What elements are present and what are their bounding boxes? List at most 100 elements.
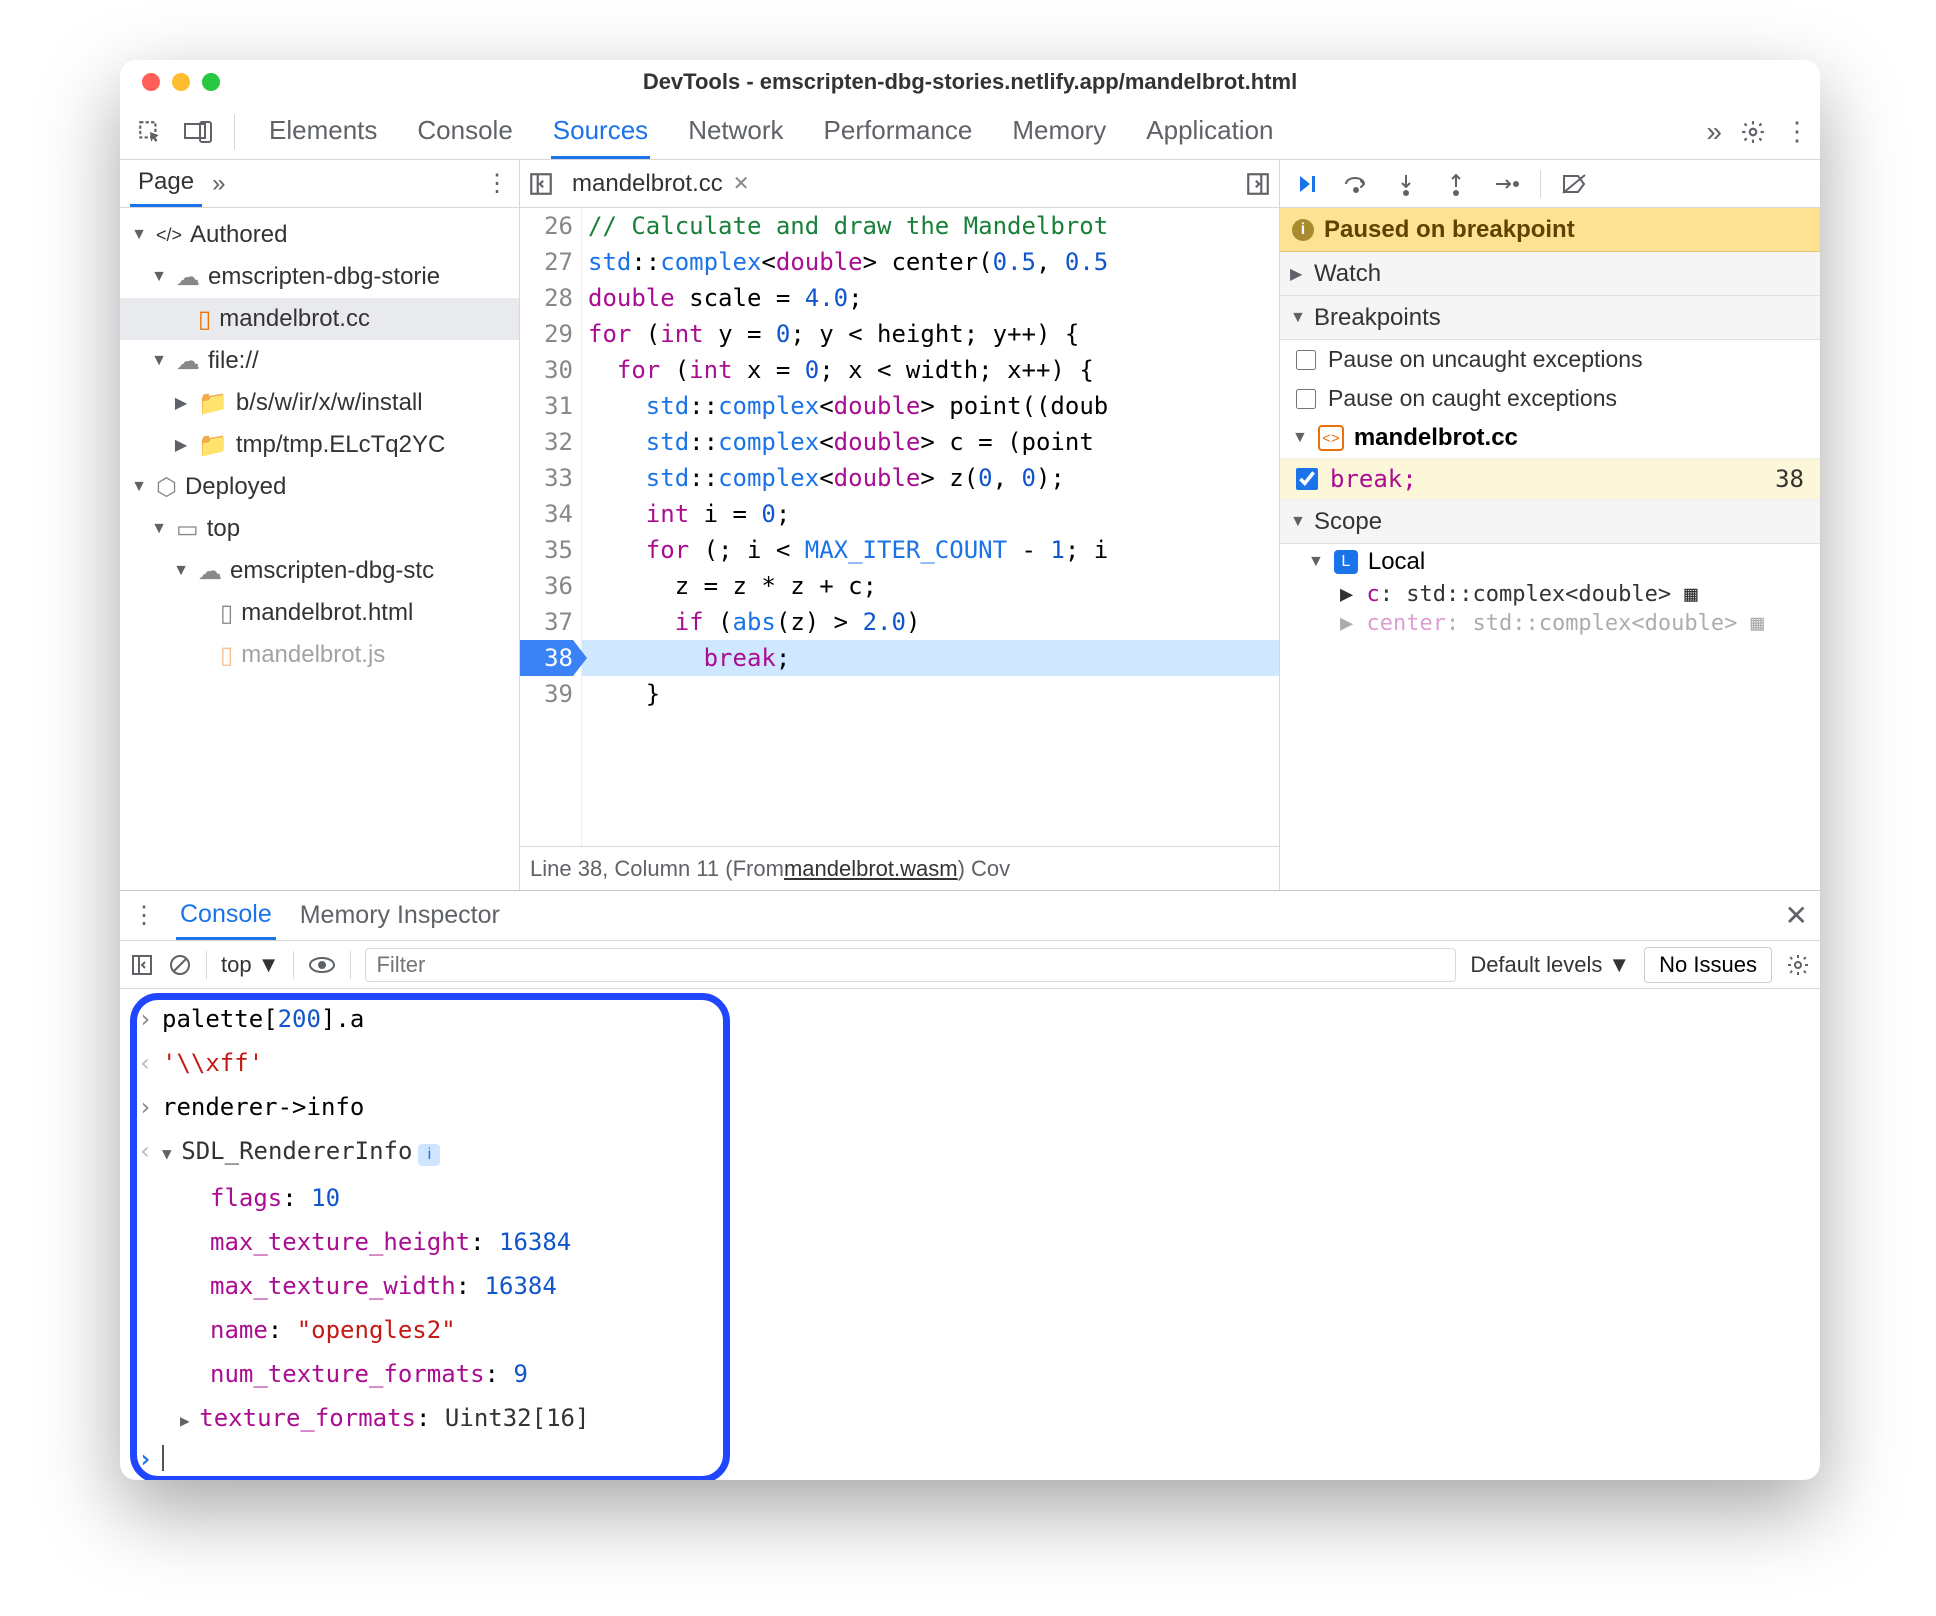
sources-subrow: Page » ⋮ mandelbrot.cc ✕	[120, 160, 1820, 208]
clear-console-icon[interactable]	[168, 953, 192, 977]
devtools-window: DevTools - emscripten-dbg-stories.netlif…	[120, 60, 1820, 1480]
watch-section[interactable]: ▶Watch	[1280, 252, 1820, 296]
tab-sources[interactable]: Sources	[551, 105, 650, 159]
tab-memory[interactable]: Memory	[1010, 105, 1108, 159]
scope-var-c[interactable]: ▶ c: std::complex<double> ▦	[1280, 580, 1820, 609]
paused-text: Paused on breakpoint	[1324, 216, 1575, 244]
console-output-1: ‹'\\xff'	[120, 1041, 1820, 1085]
navigator-page-tab[interactable]: Page	[130, 160, 202, 207]
breakpoint-label: break;	[1330, 465, 1417, 493]
code-editor-area: 26272829 30313233 34353637 3839 // Calcu…	[520, 208, 1280, 890]
close-drawer-icon[interactable]: ✕	[1785, 899, 1808, 932]
debugger-pane: i Paused on breakpoint ▶Watch ▼Breakpoin…	[1280, 208, 1820, 890]
device-toolbar-icon[interactable]	[178, 112, 218, 152]
breakpoint-file-header[interactable]: ▼ <> mandelbrot.cc	[1280, 418, 1820, 459]
console-output[interactable]: ›palette[200].a ‹'\\xff' ›renderer->info…	[120, 989, 1820, 1480]
step-out-icon[interactable]	[1440, 168, 1472, 200]
step-into-icon[interactable]	[1390, 168, 1422, 200]
breakpoints-section[interactable]: ▼Breakpoints	[1280, 296, 1820, 340]
levels-dropdown[interactable]: Default levels ▼	[1470, 952, 1630, 978]
info-icon: i	[1292, 219, 1314, 241]
editor-file-name: mandelbrot.cc	[572, 170, 723, 198]
breakpoint-line: 38	[1775, 465, 1804, 493]
breakpoint-row[interactable]: break; 38	[1280, 459, 1820, 500]
console-input-2: ›renderer->info	[120, 1085, 1820, 1129]
editor-file-tab[interactable]: mandelbrot.cc ✕	[572, 170, 750, 198]
console-obj-prop: num_texture_formats: 9	[120, 1352, 1820, 1396]
drawer-tabs: ⋮ Console Memory Inspector ✕	[120, 891, 1820, 941]
toggle-debugger-icon[interactable]	[1245, 171, 1271, 197]
filter-input[interactable]	[365, 948, 1456, 982]
tab-performance[interactable]: Performance	[822, 105, 975, 159]
navigator-kebab-icon[interactable]: ⋮	[485, 169, 509, 198]
paused-banner: i Paused on breakpoint	[1280, 208, 1820, 252]
status-suffix: ) Cov	[958, 856, 1011, 882]
console-output-2[interactable]: ‹▼ SDL_RendererInfoi	[120, 1129, 1820, 1176]
console-settings-gear-icon[interactable]	[1786, 953, 1810, 977]
main-tabs-row: Elements Console Sources Network Perform…	[120, 104, 1820, 160]
nav-file-html[interactable]: ▯mandelbrot.html	[120, 592, 519, 634]
line-gutter[interactable]: 26272829 30313233 34353637 3839	[520, 208, 582, 846]
live-expression-icon[interactable]	[308, 955, 336, 975]
toggle-navigator-icon[interactable]	[528, 171, 564, 197]
nav-folder-2[interactable]: ▶📁tmp/tmp.ELcTq2YC	[120, 424, 519, 466]
console-drawer: ⋮ Console Memory Inspector ✕ top ▼ Defau…	[120, 890, 1820, 1480]
file-navigator: ▼</>Authored ▼☁emscripten-dbg-storie ▯ma…	[120, 208, 520, 890]
scope-var-center[interactable]: ▶ center: std::complex<double> ▦	[1280, 609, 1820, 638]
drawer-tab-memory-inspector[interactable]: Memory Inspector	[296, 893, 504, 938]
window-title: DevTools - emscripten-dbg-stories.netlif…	[120, 69, 1820, 95]
titlebar: DevTools - emscripten-dbg-stories.netlif…	[120, 60, 1820, 104]
source-icon: <>	[1318, 425, 1344, 451]
main-tabs: Elements Console Sources Network Perform…	[267, 105, 1698, 159]
scope-local[interactable]: ▼ L Local	[1280, 544, 1820, 580]
code-editor[interactable]: 26272829 30313233 34353637 3839 // Calcu…	[520, 208, 1279, 846]
nav-deployed-header[interactable]: ▼⬡Deployed	[120, 466, 519, 508]
drawer-kebab-icon[interactable]: ⋮	[132, 901, 156, 930]
info-badge-icon[interactable]: i	[418, 1144, 440, 1166]
nav-file-group[interactable]: ▼☁file://	[120, 340, 519, 382]
deactivate-breakpoints-icon[interactable]	[1559, 168, 1591, 200]
console-obj-texture-formats[interactable]: ▶ texture_formats: Uint32[16]	[120, 1396, 1820, 1443]
close-file-icon[interactable]: ✕	[733, 171, 750, 196]
console-prompt[interactable]: ›	[120, 1443, 1820, 1475]
breakpoint-checkbox[interactable]	[1296, 468, 1318, 490]
step-over-icon[interactable]	[1340, 168, 1372, 200]
nav-authored-header[interactable]: ▼</>Authored	[120, 214, 519, 256]
status-position: Line 38, Column 11 (From	[530, 856, 784, 882]
console-toolbar: top ▼ Default levels ▼ No Issues	[120, 941, 1820, 989]
editor-status-bar: Line 38, Column 11 (From mandelbrot.wasm…	[520, 846, 1279, 890]
more-navigator-icon[interactable]: »	[212, 170, 225, 198]
drawer-tab-console[interactable]: Console	[176, 892, 276, 940]
nav-file-js[interactable]: ▯mandelbrot.js	[120, 634, 519, 676]
scope-section[interactable]: ▼Scope	[1280, 500, 1820, 544]
nav-file-mandelbrot-cc[interactable]: ▯mandelbrot.cc	[120, 298, 519, 340]
nav-site-2[interactable]: ▼☁emscripten-dbg-stc	[120, 550, 519, 592]
console-obj-prop: max_texture_width: 16384	[120, 1264, 1820, 1308]
sources-split: ▼</>Authored ▼☁emscripten-dbg-storie ▯ma…	[120, 208, 1820, 890]
context-selector[interactable]: top ▼	[221, 952, 279, 978]
pause-caught-checkbox[interactable]: Pause on caught exceptions	[1280, 379, 1820, 418]
more-tabs-icon[interactable]: »	[1706, 116, 1722, 148]
console-input-1: ›palette[200].a	[120, 997, 1820, 1041]
nav-top[interactable]: ▼▭top	[120, 508, 519, 550]
console-obj-prop: name: "opengles2"	[120, 1308, 1820, 1352]
local-badge-icon: L	[1334, 550, 1358, 574]
inspect-element-icon[interactable]	[130, 112, 170, 152]
status-link[interactable]: mandelbrot.wasm	[784, 856, 958, 882]
resume-icon[interactable]	[1290, 168, 1322, 200]
nav-folder-1[interactable]: ▶📁b/s/w/ir/x/w/install	[120, 382, 519, 424]
pause-uncaught-checkbox[interactable]: Pause on uncaught exceptions	[1280, 340, 1820, 379]
settings-gear-icon[interactable]	[1740, 119, 1766, 145]
console-sidebar-icon[interactable]	[130, 953, 154, 977]
tab-network[interactable]: Network	[686, 105, 785, 159]
tab-elements[interactable]: Elements	[267, 105, 379, 159]
console-obj-prop: flags: 10	[120, 1176, 1820, 1220]
tab-application[interactable]: Application	[1144, 105, 1275, 159]
debugger-controls	[1280, 168, 1820, 200]
nav-site[interactable]: ▼☁emscripten-dbg-storie	[120, 256, 519, 298]
kebab-menu-icon[interactable]: ⋮	[1784, 116, 1810, 147]
issues-button[interactable]: No Issues	[1644, 947, 1772, 983]
step-icon[interactable]	[1490, 168, 1522, 200]
tab-console[interactable]: Console	[415, 105, 514, 159]
console-obj-prop: max_texture_height: 16384	[120, 1220, 1820, 1264]
